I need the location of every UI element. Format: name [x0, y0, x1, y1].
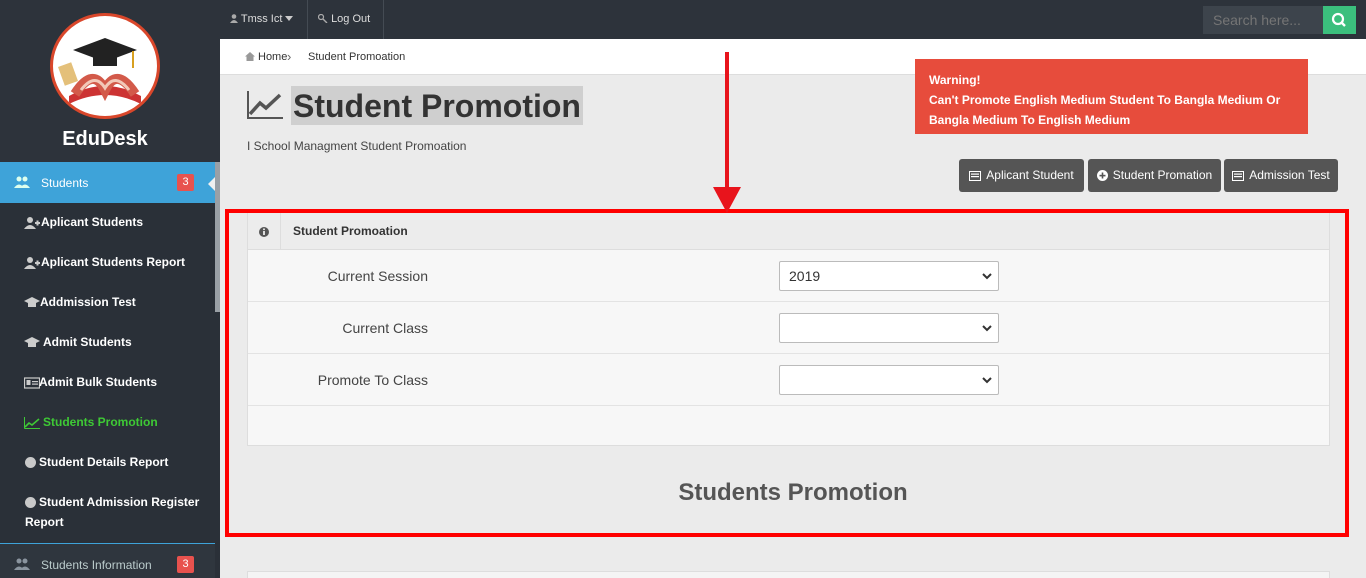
breadcrumb-home-label: Home	[258, 51, 288, 63]
sidebar-item-label: Students Promotion	[43, 415, 158, 429]
count-badge: 3	[177, 556, 194, 573]
count-badge: 3	[177, 174, 194, 191]
results-panel	[247, 571, 1330, 578]
line-chart-icon	[24, 417, 40, 429]
logout-label: Log Out	[331, 13, 371, 25]
sidebar-item-students-information[interactable]: Students Information 3	[0, 543, 215, 578]
page-subtitle: I School Managment Student Promoation	[247, 139, 467, 153]
aplicant-student-button[interactable]: Aplicant Student	[959, 159, 1084, 192]
breadcrumb-home[interactable]: Home	[245, 51, 287, 63]
user-icon	[230, 14, 238, 23]
user-name: Tmss Ict	[240, 13, 283, 25]
user-add-icon	[24, 257, 40, 269]
active-caret-icon	[208, 177, 215, 191]
topbar: Tmss Ict Log Out	[220, 0, 1366, 39]
home-icon	[245, 52, 255, 61]
logout-button[interactable]: Log Out	[308, 0, 384, 39]
search-input[interactable]	[1203, 6, 1323, 34]
sidebar-item-label: Report	[25, 515, 64, 529]
sidebar-item-students[interactable]: Students 3	[0, 162, 215, 203]
sidebar-item-label: Aplicant Students	[41, 215, 144, 229]
page-title: Student Promotion	[291, 86, 583, 125]
breadcrumb-current: Student Promoation	[308, 51, 406, 63]
sidebar-item-label: Students Information	[41, 558, 152, 572]
graduation-cap-icon	[24, 337, 40, 347]
caret-down-icon	[285, 16, 294, 21]
circle-icon	[25, 457, 36, 468]
graduation-cap-icon	[24, 297, 40, 307]
circle-icon	[25, 497, 36, 508]
chevron-right-icon: ›	[287, 49, 292, 64]
brand-name: EduDesk	[62, 128, 148, 150]
button-label: Student Promation	[1112, 168, 1213, 182]
logo-graduation-book-icon	[58, 38, 141, 104]
student-promation-button[interactable]: Student Promation	[1088, 159, 1221, 192]
warning-alert: Warning! Can't Promote English Medium St…	[915, 59, 1308, 134]
user-menu[interactable]: Tmss Ict	[220, 0, 308, 39]
warning-title: Warning!	[929, 73, 981, 87]
users-icon	[14, 176, 30, 188]
sidebar-item-label: Aplicant Students Report	[41, 255, 186, 269]
warning-message: Can't Promote English Medium Student To …	[929, 93, 1281, 127]
sidebar-item-label: Admit Students	[43, 335, 132, 349]
list-icon	[969, 171, 982, 181]
button-label: Aplicant Student	[986, 168, 1074, 182]
line-chart-icon	[247, 91, 283, 119]
search-icon	[1331, 12, 1346, 27]
brand: EduDesk	[0, 0, 220, 162]
highlight-box	[225, 209, 1349, 537]
arrow-shaft	[725, 52, 729, 190]
user-add-icon	[24, 217, 40, 229]
sidebar-item-label: Admit Bulk Students	[39, 375, 158, 389]
key-icon	[317, 13, 328, 24]
sidebar-item-label: Student Admission Register	[39, 495, 200, 509]
sidebar-item-label: Students	[41, 176, 89, 190]
id-card-icon	[24, 377, 40, 389]
admission-test-button[interactable]: Admission Test	[1224, 159, 1338, 192]
users-icon	[14, 558, 30, 570]
plus-circle-icon	[1096, 170, 1108, 181]
search-button[interactable]	[1323, 6, 1356, 34]
logo[interactable]	[50, 13, 160, 119]
button-label: Admission Test	[1249, 168, 1330, 182]
list-icon	[1232, 171, 1245, 181]
sidebar-scrollbar[interactable]	[215, 162, 220, 312]
arrow-down-icon	[713, 187, 741, 213]
sidebar-item-label: Student Details Report	[39, 455, 169, 469]
sidebar: EduDesk Students 3 Aplicant Students Apl…	[0, 0, 220, 578]
sidebar-item-label: Addmission Test	[40, 295, 136, 309]
